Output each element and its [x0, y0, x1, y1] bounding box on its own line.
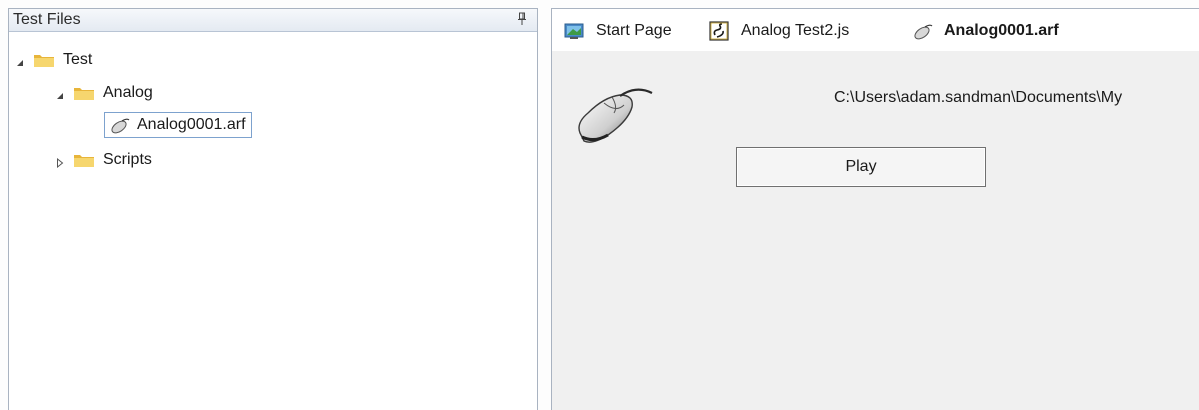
tree-item-test[interactable]: Test [15, 48, 92, 72]
file-path: C:\Users\adam.sandman\Documents\My [834, 89, 1123, 106]
folder-icon [33, 52, 55, 68]
tree-item-analog[interactable]: Analog [55, 81, 153, 105]
test-files-panel: Test Files Test Analog Analog0001.arf Sc… [8, 8, 538, 410]
document-content: C:\Users\adam.sandman\Documents\My Play [552, 51, 1199, 410]
play-button[interactable]: Play [736, 147, 986, 187]
tree-label-scripts: Scripts [103, 151, 152, 168]
tree-item-analog0001[interactable]: Analog0001.arf [104, 112, 252, 138]
selected-tree-item[interactable]: Analog0001.arf [104, 112, 252, 138]
mouse-file-icon [912, 21, 934, 41]
tree-label-test: Test [63, 51, 93, 68]
collapse-arrow-icon[interactable] [55, 88, 65, 99]
expand-arrow-icon[interactable] [55, 155, 65, 169]
mouse-file-icon [109, 116, 131, 134]
tree-item-scripts[interactable]: Scripts [55, 148, 152, 172]
tab-analog0001[interactable]: Analog0001.arf [912, 19, 1059, 43]
tab-label-start-page: Start Page [596, 22, 672, 39]
tab-label-analog-test2: Analog Test2.js [741, 22, 850, 39]
tab-analog-test2[interactable]: Analog Test2.js [709, 19, 849, 43]
document-panel: Start Page Analog Test2.js Analog0001.ar… [551, 8, 1199, 410]
tab-label-analog0001: Analog0001.arf [944, 22, 1059, 39]
panel-title: Test Files [13, 11, 81, 28]
pin-icon[interactable] [517, 12, 527, 26]
folder-icon [73, 85, 95, 101]
tree-label-analog0001: Analog0001.arf [137, 116, 246, 133]
tree-label-analog: Analog [103, 84, 153, 101]
tab-strip: Start Page Analog Test2.js Analog0001.ar… [552, 9, 1199, 51]
folder-icon [73, 152, 95, 168]
mouse-icon [574, 83, 656, 149]
panel-header: Test Files [9, 9, 537, 32]
script-file-icon [709, 21, 731, 41]
start-page-icon [564, 21, 586, 41]
tab-start-page[interactable]: Start Page [564, 19, 672, 43]
collapse-arrow-icon[interactable] [15, 55, 25, 66]
